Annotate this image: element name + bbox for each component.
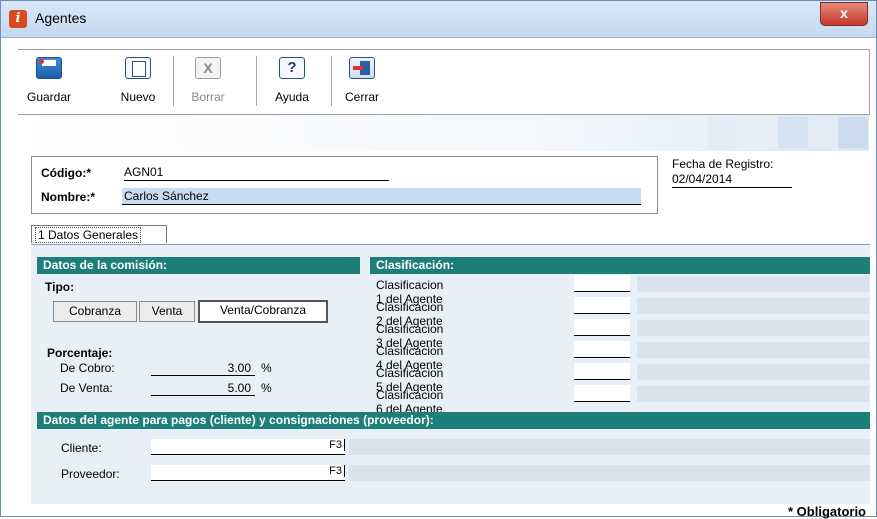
clasificacion-2-code-field[interactable] [574, 297, 630, 314]
proveedor-description [349, 465, 870, 481]
borrar-button[interactable]: X Borrar [182, 50, 234, 112]
banner-block [708, 117, 736, 149]
clasificacion-2-description [637, 298, 869, 314]
fecha-registro-field[interactable]: 02/04/2014 [672, 172, 792, 188]
clasificacion-6-code-field[interactable] [574, 385, 630, 402]
clasificacion-6-description [637, 386, 869, 402]
tab-datos-generales-label: 1 Datos Generales [35, 227, 142, 243]
banner-block [838, 117, 868, 149]
window-title: Agentes [35, 10, 87, 26]
cliente-description [349, 439, 870, 455]
cerrar-label: Cerrar [344, 90, 379, 104]
agentes-window: i Agentes x Guardar Nuevo X Borrar ? Ayu… [0, 0, 877, 519]
codigo-label: Código:* [41, 166, 91, 180]
datos-generales-panel: Datos de la comisión: Clasificación: Tip… [31, 244, 870, 504]
proveedor-field[interactable]: F3 [151, 465, 345, 481]
new-document-icon [125, 57, 151, 79]
de-venta-percent: % [261, 381, 272, 395]
toolbar-separator [256, 56, 257, 106]
proveedor-f3-lookup[interactable]: F3 [329, 465, 345, 477]
ayuda-label: Ayuda [275, 90, 309, 104]
clasificacion-5-code-field[interactable] [574, 363, 630, 380]
clasificacion-3-description [637, 320, 869, 336]
de-cobro-label: De Cobro: [60, 361, 115, 375]
clasificacion-4-description [637, 342, 869, 358]
guardar-button[interactable]: Guardar [20, 50, 78, 112]
exit-door-icon [349, 57, 375, 79]
clasificacion-1-code-field[interactable] [574, 275, 630, 292]
de-venta-label: De Venta: [60, 381, 113, 395]
cliente-field[interactable]: F3 [151, 439, 345, 455]
de-cobro-field[interactable]: 3.00 [151, 361, 255, 376]
delete-icon: X [195, 57, 221, 79]
de-cobro-percent: % [261, 361, 272, 375]
tipo-venta-cobranza-button[interactable]: Venta/Cobranza [198, 300, 328, 323]
nuevo-button[interactable]: Nuevo [112, 50, 164, 112]
borrar-label: Borrar [191, 90, 225, 104]
codigo-field[interactable]: AGN01 [124, 165, 389, 181]
title-bar: i Agentes x [1, 1, 876, 38]
porcentaje-label: Porcentaje: [47, 346, 113, 360]
toolbar-separator [331, 56, 332, 106]
pagos-section-header: Datos del agente para pagos (cliente) y … [37, 412, 870, 429]
close-button[interactable]: x [820, 2, 868, 26]
clasificacion-3-code-field[interactable] [574, 319, 630, 336]
fecha-registro-label: Fecha de Registro: [672, 157, 774, 171]
clasificacion-section-header: Clasificación: [370, 257, 870, 274]
cliente-label: Cliente: [61, 441, 102, 455]
agent-header-box: Código:* AGN01 Nombre:* Carlos Sánchez [31, 156, 658, 214]
help-icon: ? [279, 57, 305, 79]
proveedor-label: Proveedor: [61, 467, 120, 481]
cerrar-button[interactable]: Cerrar [336, 50, 388, 112]
banner-block [778, 117, 808, 149]
status-bar: * Obligatorio [1, 504, 876, 519]
toolbar-separator [173, 56, 174, 106]
tipo-venta-button[interactable]: Venta [139, 301, 195, 322]
clasificacion-1-description [637, 276, 869, 292]
nombre-field[interactable]: Carlos Sánchez [122, 188, 641, 205]
ayuda-button[interactable]: ? Ayuda [264, 50, 320, 112]
app-info-icon: i [9, 10, 27, 28]
comision-section-header: Datos de la comisión: [37, 257, 360, 274]
tipo-cobranza-button[interactable]: Cobranza [53, 301, 137, 322]
tipo-label: Tipo: [45, 280, 75, 294]
save-icon [36, 57, 62, 79]
cliente-f3-lookup[interactable]: F3 [329, 439, 345, 451]
clasificacion-4-code-field[interactable] [574, 341, 630, 358]
banner-band [18, 115, 869, 151]
toolbar: Guardar Nuevo X Borrar ? Ayuda Cerrar [18, 49, 870, 115]
de-venta-field[interactable]: 5.00 [151, 381, 255, 396]
tab-datos-generales[interactable]: 1 Datos Generales [31, 225, 167, 243]
nombre-label: Nombre:* [41, 190, 96, 204]
nuevo-label: Nuevo [120, 90, 156, 104]
guardar-label: Guardar [26, 90, 72, 104]
clasificacion-5-description [637, 364, 869, 380]
